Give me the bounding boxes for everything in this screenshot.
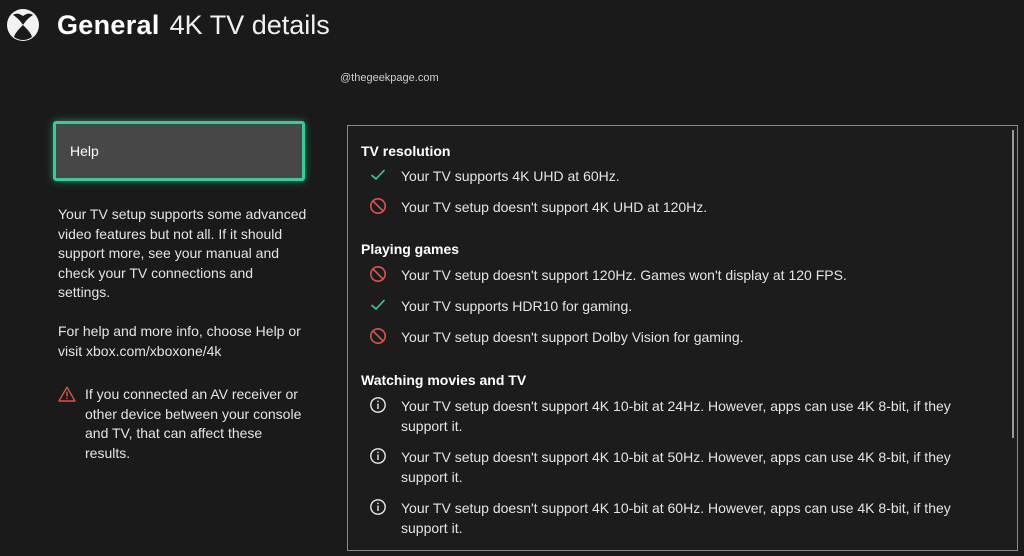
list-item: Your TV setup doesn't support Dolby Visi… (369, 327, 979, 347)
blocked-icon (370, 328, 386, 344)
watermark: @thegeekpage.com (340, 72, 439, 84)
list-item: Your TV supports HDR10 for gaming. (369, 296, 979, 316)
header-title: General 4K TV details (57, 8, 330, 42)
list-item: Your TV setup doesn't support 4K 10-bit … (369, 396, 979, 436)
warning-text: If you connected an AV receiver or other… (85, 386, 302, 461)
list-item: Your TV setup doesn't support 4K 10-bit … (369, 498, 979, 538)
section-heading-watching-movies: Watching movies and TV (361, 372, 527, 388)
tv-details-page: General 4K TV details @thegeekpage.com He… (0, 0, 1024, 556)
scrollbar[interactable] (1012, 130, 1014, 438)
check-icon (371, 299, 385, 310)
list-item: Your TV setup doesn't support 120Hz. Gam… (369, 265, 979, 285)
item-text: Your TV supports HDR10 for gaming. (401, 298, 633, 314)
check-icon (371, 169, 385, 180)
blocked-icon (370, 198, 386, 214)
page-title: 4K TV details (169, 10, 330, 40)
section-heading-tv-resolution: TV resolution (361, 143, 451, 159)
help-button-label: Help (70, 143, 99, 159)
xbox-logo-icon (7, 9, 39, 41)
item-text: Your TV setup doesn't support 4K 10-bit … (401, 449, 951, 485)
blocked-icon (370, 266, 386, 282)
details-panel[interactable]: TV resolution Your TV supports 4K UHD at… (347, 125, 1018, 551)
item-text: Your TV setup doesn't support 120Hz. Gam… (401, 267, 847, 283)
warning-note: If you connected an AV receiver or other… (58, 385, 308, 463)
help-info-text: For help and more info, choose Help or v… (58, 323, 301, 359)
section-heading-playing-games: Playing games (361, 241, 460, 257)
list-item: Your TV setup doesn't support 4K 10-bit … (369, 447, 979, 487)
item-text: Your TV setup doesn't support 4K 10-bit … (401, 500, 951, 536)
header-section: General (57, 10, 160, 40)
item-text: Your TV setup doesn't support 4K UHD at … (401, 199, 708, 215)
list-item: Your TV supports 4K UHD at 60Hz. (369, 166, 979, 186)
item-text: Your TV setup doesn't support 4K 10-bit … (401, 398, 951, 434)
info-icon (370, 448, 386, 464)
warning-triangle-icon (58, 386, 76, 402)
item-text: Your TV setup doesn't support Dolby Visi… (401, 329, 744, 345)
list-item: Your TV setup doesn't support 4K UHD at … (369, 197, 979, 217)
info-icon (370, 499, 386, 515)
help-button[interactable]: Help (53, 121, 305, 181)
info-icon (370, 397, 386, 413)
setup-summary-text: Your TV setup supports some advanced vid… (58, 206, 307, 300)
item-text: Your TV supports 4K UHD at 60Hz. (401, 168, 620, 184)
